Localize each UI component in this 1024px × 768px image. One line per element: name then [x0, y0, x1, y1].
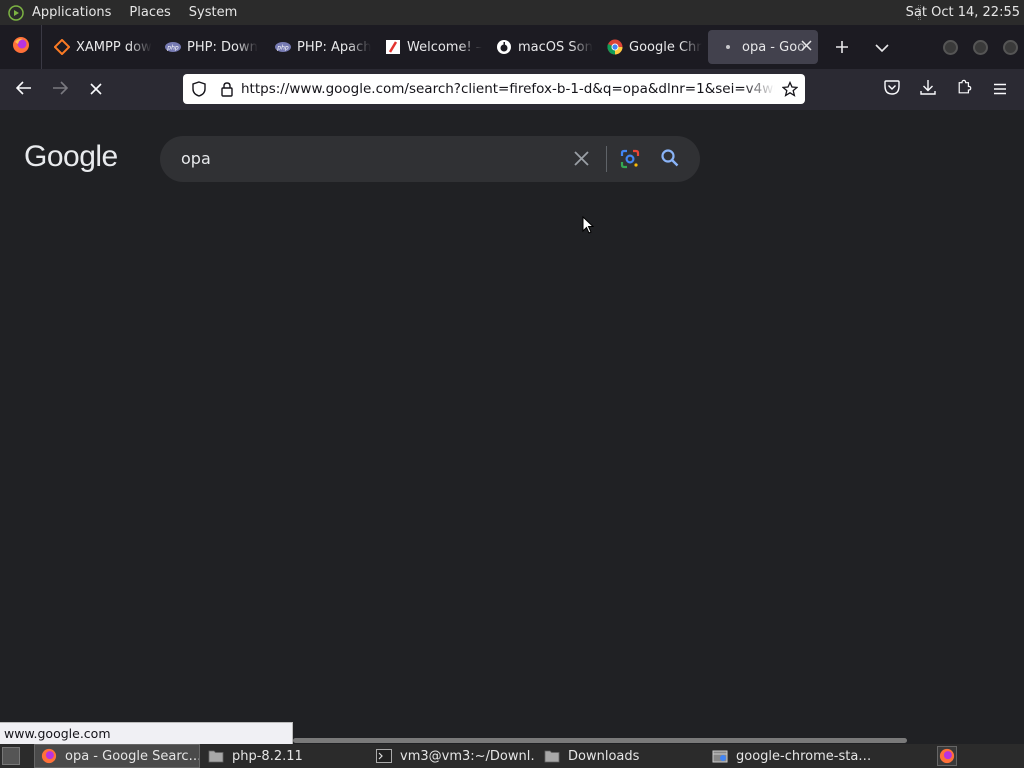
- tab-google-chrome[interactable]: Google Chr: [595, 25, 705, 69]
- apple-icon: [496, 39, 512, 55]
- tab-opa-google-search[interactable]: opa - Goo: [708, 30, 818, 64]
- close-window-button[interactable]: [1003, 40, 1018, 55]
- terminal-icon: [376, 748, 392, 764]
- plus-icon: [835, 35, 849, 59]
- task-google-chrome-installer[interactable]: google-chrome-sta…: [706, 744, 872, 768]
- downloads-button[interactable]: [910, 73, 946, 105]
- svg-text:php: php: [166, 45, 179, 52]
- chrome-icon: [607, 39, 623, 55]
- bookmark-star-icon[interactable]: [775, 74, 805, 104]
- list-all-tabs-button[interactable]: [864, 29, 900, 65]
- google-logo[interactable]: Google: [24, 140, 118, 174]
- extensions-button[interactable]: [946, 73, 982, 105]
- tracking-protection-shield-icon[interactable]: [185, 74, 213, 104]
- lock-icon[interactable]: [213, 74, 241, 104]
- search-box[interactable]: opa: [160, 136, 700, 182]
- chevron-down-icon: [875, 38, 889, 57]
- xampp-icon: [54, 39, 70, 55]
- pocket-icon: [884, 79, 900, 99]
- tab-php-download[interactable]: php PHP: Down: [153, 25, 263, 69]
- url-bar[interactable]: https://www.google.com/search?client=fir…: [183, 74, 805, 104]
- firefox-icon: [12, 36, 30, 58]
- maximize-window-button[interactable]: [973, 40, 988, 55]
- arrow-left-icon: [15, 80, 32, 99]
- top-panel: Applications Places System Sat Oct 14, 2…: [0, 0, 1024, 25]
- url-text[interactable]: https://www.google.com/search?client=fir…: [241, 81, 775, 97]
- task-firefox-window[interactable]: opa - Google Searc…: [34, 744, 200, 768]
- download-icon: [920, 79, 936, 99]
- forward-button[interactable]: [42, 74, 78, 106]
- taskbar: opa - Google Searc… php-8.2.11 vm3@vm3:~…: [0, 744, 1024, 768]
- loading-icon: [720, 39, 736, 55]
- tab-strip: XAMPP dow php PHP: Down php PHP: Apach W…: [0, 25, 1024, 69]
- search-divider: [606, 146, 607, 172]
- menu-places[interactable]: Places: [129, 0, 170, 25]
- pocket-button[interactable]: [874, 73, 910, 105]
- new-tab-button[interactable]: [824, 29, 860, 65]
- folder-icon: [544, 748, 560, 764]
- php-icon: php: [165, 39, 181, 55]
- tab-macos[interactable]: macOS Son: [484, 25, 595, 69]
- svg-text:php: php: [276, 45, 289, 52]
- clear-search-icon[interactable]: [573, 150, 590, 171]
- laravel-icon: [385, 39, 401, 55]
- menu-applications[interactable]: Applications: [32, 0, 111, 25]
- task-downloads-folder[interactable]: Downloads: [538, 744, 704, 768]
- app-menu-button[interactable]: [982, 73, 1018, 105]
- firefox-view-button[interactable]: [0, 25, 42, 69]
- search-icon[interactable]: [660, 148, 680, 172]
- show-desktop-button[interactable]: [2, 747, 20, 765]
- puzzle-piece-icon: [956, 79, 972, 99]
- hamburger-menu-icon: [993, 80, 1007, 99]
- distro-logo-icon[interactable]: [8, 4, 24, 21]
- arrow-right-icon: [52, 80, 69, 99]
- close-tab-icon[interactable]: [801, 39, 812, 55]
- folder-icon: [208, 748, 224, 764]
- tab-xampp[interactable]: XAMPP dow: [42, 25, 153, 69]
- firefox-tray-icon[interactable]: [937, 746, 957, 766]
- stop-loading-button[interactable]: [78, 74, 114, 106]
- navigation-bar: https://www.google.com/search?client=fir…: [0, 69, 1024, 110]
- task-terminal[interactable]: vm3@vm3:~/Downl…: [370, 744, 536, 768]
- task-php-folder[interactable]: php-8.2.11: [202, 744, 368, 768]
- package-icon: [712, 748, 728, 764]
- link-status-tooltip: www.google.com: [0, 722, 293, 744]
- php-icon: php: [275, 39, 291, 55]
- toolbar-right: [874, 73, 1018, 105]
- search-input[interactable]: opa: [181, 136, 211, 182]
- firefox-icon: [41, 748, 57, 764]
- tab-welcome[interactable]: Welcome! –: [373, 25, 484, 69]
- google-lens-icon[interactable]: [619, 148, 641, 174]
- minimize-window-button[interactable]: [943, 40, 958, 55]
- tab-php-apache[interactable]: php PHP: Apach: [263, 25, 373, 69]
- menu-system[interactable]: System: [189, 0, 237, 25]
- horizontal-scrollbar[interactable]: [293, 738, 907, 743]
- page-content: Google opa: [0, 110, 1024, 722]
- clock[interactable]: Sat Oct 14, 22:55: [906, 0, 1020, 25]
- close-icon: [90, 80, 102, 99]
- back-button[interactable]: [6, 74, 42, 106]
- mouse-pointer-icon: [582, 215, 595, 238]
